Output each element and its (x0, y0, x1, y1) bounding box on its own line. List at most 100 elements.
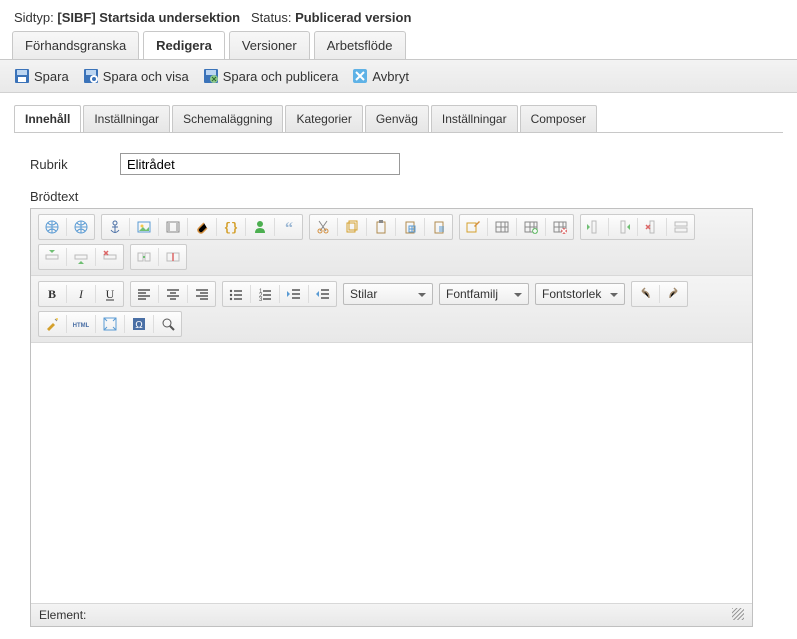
col-after-button[interactable] (611, 216, 635, 238)
body-label: Brödtext (30, 189, 753, 204)
resize-handle[interactable] (732, 608, 744, 620)
edit-block-icon (465, 219, 481, 235)
merge-cells-button[interactable] (132, 246, 156, 268)
content-tab-3[interactable]: Kategorier (285, 105, 362, 132)
editor-status-bar: Element: (31, 603, 752, 626)
char-map-icon: Ω (131, 316, 147, 332)
save-publish-command[interactable]: Spara och publicera (203, 68, 339, 84)
align-left-icon (136, 286, 152, 302)
editor-canvas[interactable] (31, 343, 752, 603)
globe-link-button[interactable] (69, 216, 93, 238)
globe-button[interactable] (40, 216, 64, 238)
save-command[interactable]: Spara (14, 68, 69, 84)
col-before-icon (586, 219, 602, 235)
align-left-button[interactable] (132, 283, 156, 305)
split-cell-button[interactable] (161, 246, 185, 268)
list-number-icon: 123 (257, 286, 273, 302)
table-button[interactable] (490, 216, 514, 238)
row-after-button[interactable] (69, 246, 93, 268)
row-del-button[interactable] (98, 246, 122, 268)
anchor-button[interactable] (103, 216, 127, 238)
content-tabs: InnehållInställningarSchemaläggningKateg… (14, 105, 783, 133)
main-tab-3[interactable]: Arbetsflöde (314, 31, 406, 59)
copy-button[interactable] (340, 216, 364, 238)
rubrik-input[interactable] (120, 153, 400, 175)
sidtyp-label: Sidtyp: (14, 10, 54, 25)
row-before-button[interactable] (40, 246, 64, 268)
save-view-command[interactable]: Spara och visa (83, 68, 189, 84)
toolbar-row-1: {} “ (31, 209, 752, 276)
select-stilar[interactable]: Stilar (343, 283, 433, 305)
col-del-button[interactable] (640, 216, 664, 238)
toolbar-group (309, 214, 453, 240)
outdent-button[interactable] (282, 283, 306, 305)
bold-button[interactable]: B (40, 283, 64, 305)
toolbar-group (130, 281, 216, 307)
image-icon (136, 219, 152, 235)
svg-text:U: U (106, 287, 115, 301)
paste-list-icon (431, 219, 447, 235)
toolbar-group (580, 214, 695, 240)
brackets-button[interactable]: {} (219, 216, 243, 238)
status-label: Status: (251, 10, 291, 25)
cut-button[interactable] (311, 216, 335, 238)
fullscreen-button[interactable] (98, 313, 122, 335)
globe-link-icon (73, 219, 89, 235)
select-fontfamilj[interactable]: Fontfamilj (439, 283, 529, 305)
select-fontstorlek[interactable]: Fontstorlek (535, 283, 625, 305)
rubrik-label: Rubrik (30, 157, 120, 172)
quote-button[interactable]: “ (277, 216, 301, 238)
image-button[interactable] (132, 216, 156, 238)
command-bar: Spara Spara och visa Spara och publicera… (0, 60, 797, 93)
table-insert-button[interactable] (519, 216, 543, 238)
svg-text:Ω: Ω (135, 320, 143, 331)
save-label: Spara (34, 69, 69, 84)
fullscreen-icon (102, 316, 118, 332)
main-tab-0[interactable]: Förhandsgranska (12, 31, 139, 59)
rubrik-row: Rubrik (30, 153, 753, 175)
table-insert-icon (523, 219, 539, 235)
indent-button[interactable] (311, 283, 335, 305)
undo-icon (637, 286, 653, 302)
content-tab-5[interactable]: Inställningar (431, 105, 518, 132)
row-split-button[interactable] (669, 216, 693, 238)
underline-button[interactable]: U (98, 283, 122, 305)
cancel-command[interactable]: Avbryt (352, 68, 409, 84)
paste-button[interactable] (369, 216, 393, 238)
content-tab-2[interactable]: Schemaläggning (172, 105, 283, 132)
align-center-button[interactable] (161, 283, 185, 305)
html-icon: HTML (73, 316, 89, 332)
main-tab-2[interactable]: Versioner (229, 31, 310, 59)
undo-button[interactable] (633, 283, 657, 305)
clean-button[interactable] (40, 313, 64, 335)
list-bullet-button[interactable] (224, 283, 248, 305)
floppy-eye-icon (83, 68, 99, 84)
html-button[interactable]: HTML (69, 313, 93, 335)
paste-grid-button[interactable] (398, 216, 422, 238)
col-before-button[interactable] (582, 216, 606, 238)
align-right-icon (194, 286, 210, 302)
italic-button[interactable]: I (69, 283, 93, 305)
svg-text:B: B (48, 287, 56, 301)
content-tab-1[interactable]: Inställningar (83, 105, 170, 132)
list-bullet-icon (228, 286, 244, 302)
char-map-button[interactable]: Ω (127, 313, 151, 335)
content-tab-0[interactable]: Innehåll (14, 105, 81, 132)
redo-button[interactable] (662, 283, 686, 305)
main-tab-1[interactable]: Redigera (143, 31, 225, 59)
search-button[interactable] (156, 313, 180, 335)
toolbar-group: {} “ (101, 214, 303, 240)
clip-button[interactable] (190, 216, 214, 238)
save-publish-label: Spara och publicera (223, 69, 339, 84)
align-right-button[interactable] (190, 283, 214, 305)
clean-icon (44, 316, 60, 332)
list-number-button[interactable]: 123 (253, 283, 277, 305)
table-delete-button[interactable] (548, 216, 572, 238)
paste-list-button[interactable] (427, 216, 451, 238)
film-icon (165, 219, 181, 235)
person-button[interactable] (248, 216, 272, 238)
film-button[interactable] (161, 216, 185, 238)
edit-block-button[interactable] (461, 216, 485, 238)
content-tab-4[interactable]: Genväg (365, 105, 429, 132)
content-tab-6[interactable]: Composer (520, 105, 597, 132)
